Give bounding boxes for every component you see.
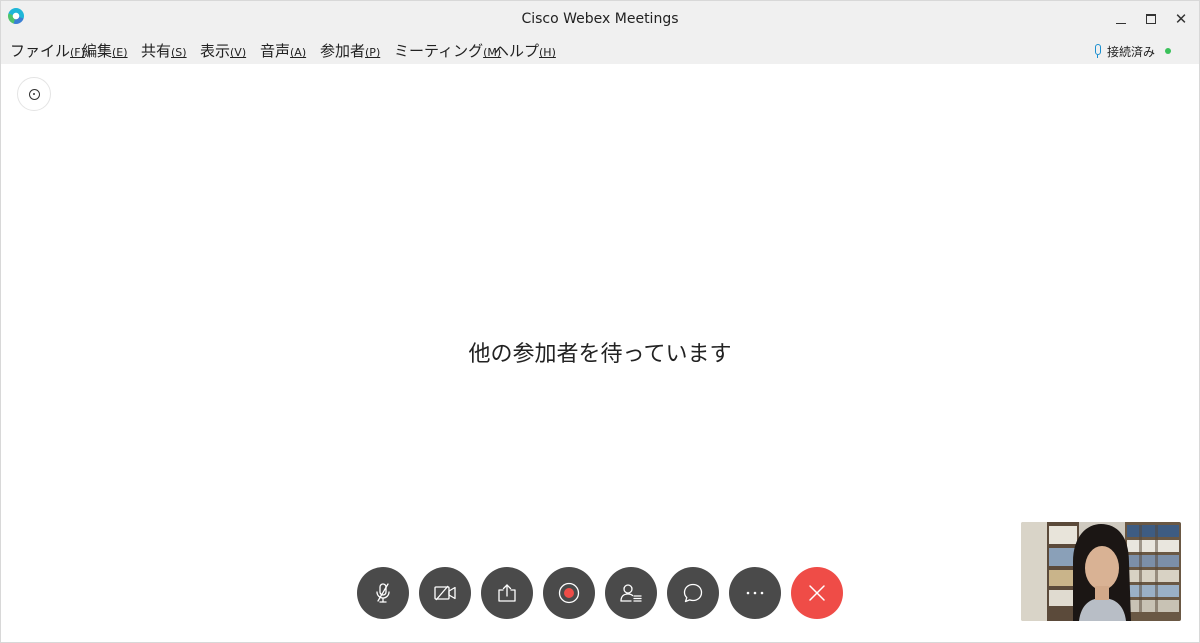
menu-accel: (H) xyxy=(539,46,556,59)
waiting-message: 他の参加者を待っています xyxy=(468,342,732,367)
maximize-icon xyxy=(1146,14,1156,24)
menu-audio[interactable]: 音声(A) xyxy=(260,40,306,61)
menu-accel: (V) xyxy=(230,46,247,59)
menu-label: ファイル xyxy=(10,42,71,60)
menu-view[interactable]: 表示(V) xyxy=(200,40,246,61)
connection-status-dot xyxy=(1165,48,1172,54)
menu-label: 共有 xyxy=(141,42,172,60)
video-off-icon xyxy=(434,585,456,601)
close-icon: ✕ xyxy=(1174,9,1188,28)
share-button[interactable] xyxy=(481,567,533,619)
chat-button[interactable] xyxy=(667,567,719,619)
microphone-icon xyxy=(1093,44,1101,58)
close-icon xyxy=(809,585,825,601)
meeting-controls xyxy=(357,567,843,619)
record-button[interactable] xyxy=(543,567,595,619)
menu-file[interactable]: ファイル(F) xyxy=(10,40,85,61)
menu-bar: ファイル(F) 編集(E) 共有(S) 表示(V) 音声(A) 参加者(P) ミ… xyxy=(1,37,1199,64)
more-button[interactable] xyxy=(729,567,781,619)
self-video-thumbnail[interactable] xyxy=(1021,522,1181,621)
maximize-button[interactable] xyxy=(1136,1,1166,37)
video-button[interactable] xyxy=(419,567,471,619)
webex-window: Cisco Webex Meetings ✕ ファイル(F) 編集(E) 共有(… xyxy=(0,0,1200,643)
participants-icon xyxy=(620,584,642,602)
minimize-button[interactable] xyxy=(1106,1,1136,37)
mute-button[interactable] xyxy=(357,567,409,619)
minimize-icon xyxy=(1116,22,1126,24)
menu-label: 編集 xyxy=(82,42,113,60)
menu-label: 音声 xyxy=(260,42,291,60)
menu-label: ヘルプ xyxy=(494,42,540,60)
self-video-image xyxy=(1021,522,1181,621)
end-meeting-button[interactable] xyxy=(791,567,843,619)
menu-edit[interactable]: 編集(E) xyxy=(82,40,128,61)
menu-label: ミーティング xyxy=(394,42,484,60)
participants-button[interactable] xyxy=(605,567,657,619)
menu-share[interactable]: 共有(S) xyxy=(141,40,187,61)
menu-meeting[interactable]: ミーティング(M) xyxy=(394,40,501,61)
connection-status[interactable]: 接続済み xyxy=(1093,41,1172,61)
share-icon xyxy=(498,584,516,602)
window-title: Cisco Webex Meetings xyxy=(521,11,679,27)
muted-mic-icon xyxy=(376,583,390,603)
record-icon xyxy=(558,582,580,604)
menu-label: 表示 xyxy=(200,42,231,60)
menu-help[interactable]: ヘルプ(H) xyxy=(494,40,556,61)
connection-status-label: 接続済み xyxy=(1107,44,1156,59)
menu-accel: (S) xyxy=(171,46,187,59)
meeting-info-button[interactable] xyxy=(17,77,51,111)
menu-participants[interactable]: 参加者(P) xyxy=(320,40,380,61)
menu-accel: (E) xyxy=(112,46,128,59)
menu-accel: (A) xyxy=(290,46,307,59)
menu-label: 参加者 xyxy=(320,42,366,60)
info-icon xyxy=(28,88,40,100)
close-window-button[interactable]: ✕ xyxy=(1166,1,1196,37)
meeting-stage: 他の参加者を待っています xyxy=(1,64,1199,642)
title-bar: Cisco Webex Meetings ✕ xyxy=(1,1,1199,37)
chat-icon xyxy=(683,583,703,603)
menu-accel: (P) xyxy=(365,46,381,59)
more-icon xyxy=(746,591,764,595)
